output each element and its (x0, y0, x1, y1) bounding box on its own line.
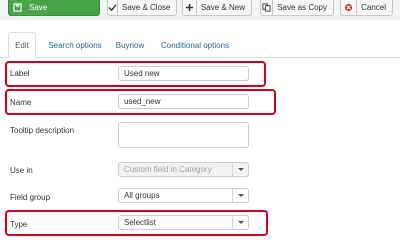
field-group-select[interactable]: All groups (118, 188, 249, 203)
save-copy-button[interactable]: Save as Copy (260, 0, 334, 16)
field-group-select-value: All groups (124, 191, 160, 200)
save-close-label: Save & Close (122, 2, 171, 12)
tab-bar: Edit Search options Buynow Conditional o… (0, 32, 400, 58)
tooltip-field-label: Tooltip description (10, 126, 75, 135)
save-new-button[interactable]: Save & New (182, 0, 252, 16)
copy-icon (261, 0, 274, 15)
tab-buynow[interactable]: Buynow (110, 32, 150, 58)
name-input[interactable]: used_new (118, 94, 249, 109)
use-in-select: Custom field in Category (118, 162, 249, 177)
check-icon (108, 0, 118, 15)
save-button[interactable]: Save (8, 0, 100, 16)
label-field-label: Label (10, 69, 30, 78)
name-input-value: used_new (124, 97, 161, 106)
chevron-down-icon (232, 163, 248, 176)
save-close-button[interactable]: Save & Close (107, 0, 177, 16)
save-copy-label: Save as Copy (277, 2, 327, 12)
tab-search-options[interactable]: Search options (42, 32, 108, 58)
cancel-button[interactable]: Cancel (340, 0, 393, 16)
label-input-value: Used new (124, 69, 160, 78)
type-select-value: Selectlist (124, 218, 157, 227)
cancel-label: Cancel (361, 2, 386, 12)
tooltip-textarea[interactable] (118, 122, 249, 148)
cancel-icon (341, 0, 358, 15)
toolbar: Save Save & Close Save & New Save as Cop… (0, 0, 400, 20)
chevron-down-icon (232, 189, 248, 202)
save-new-label: Save & New (200, 2, 245, 12)
plus-icon (183, 0, 197, 15)
name-field-label: Name (10, 98, 32, 107)
save-icon (9, 0, 25, 15)
type-field-label: Type (10, 220, 28, 229)
field-group-field-label: Field group (10, 193, 51, 202)
use-in-select-value: Custom field in Category (124, 165, 212, 174)
type-select[interactable]: Selectlist (118, 215, 249, 230)
label-input[interactable]: Used new (118, 66, 249, 81)
tab-conditional-options[interactable]: Conditional options (156, 32, 234, 58)
chevron-down-icon (232, 216, 248, 229)
tab-edit[interactable]: Edit (8, 32, 36, 58)
use-in-field-label: Use in (10, 166, 33, 175)
save-label: Save (29, 2, 48, 12)
